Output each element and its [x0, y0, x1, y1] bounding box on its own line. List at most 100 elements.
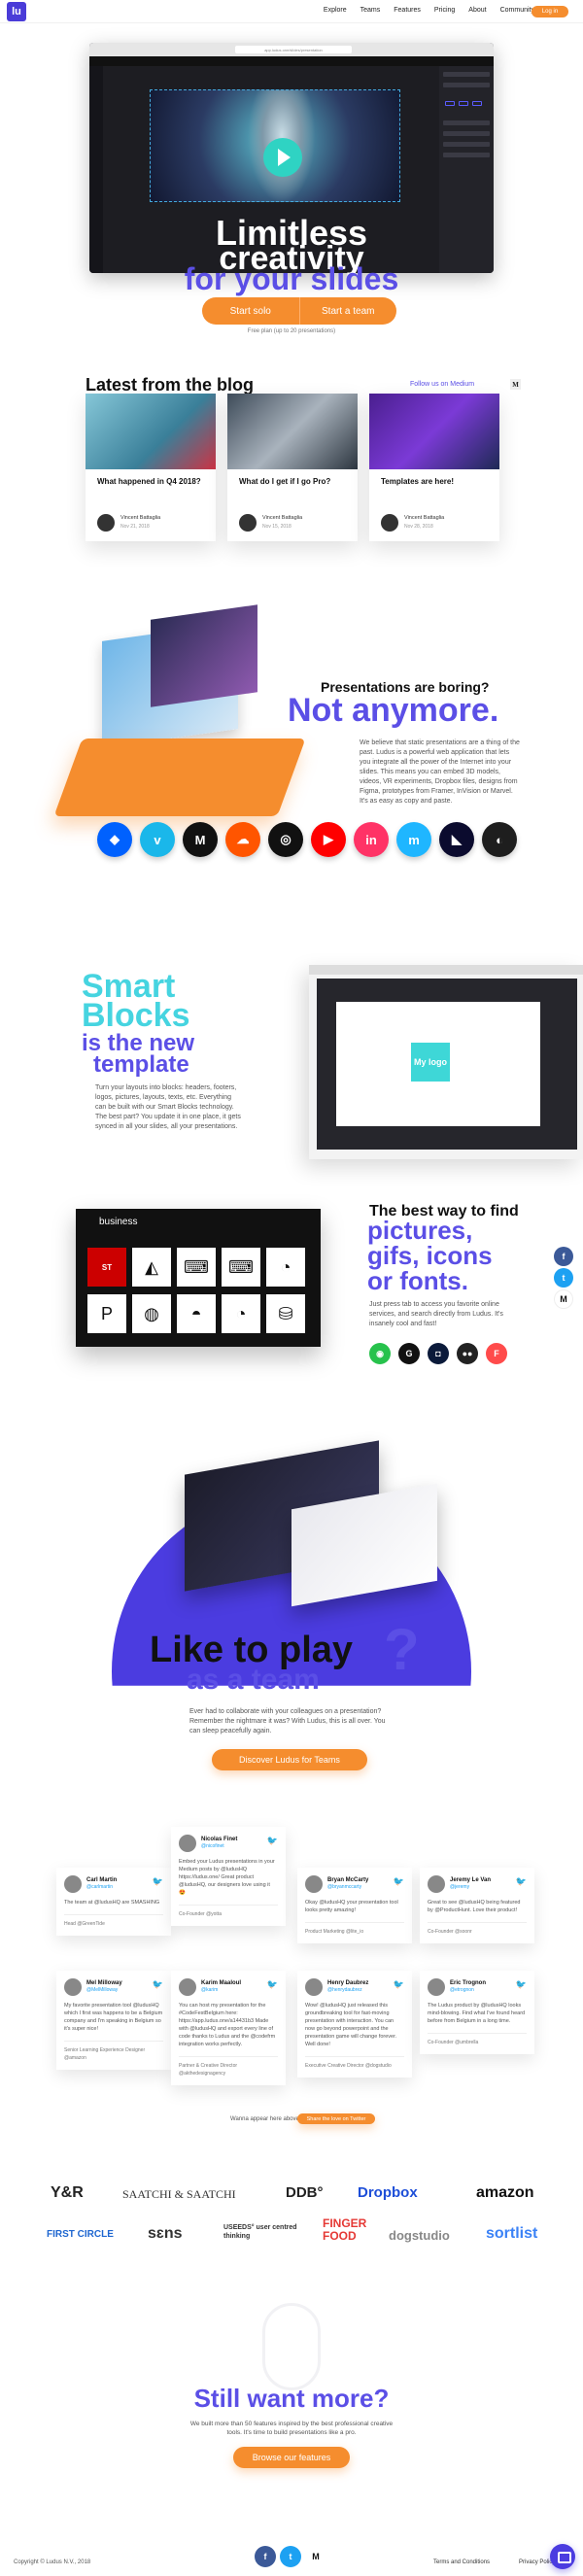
smart-blocks-description: Turn your layouts into blocks: headers, …: [95, 1084, 241, 1130]
blog-card[interactable]: What do I get if I go Pro? Vincent Batta…: [227, 394, 358, 541]
tweet-card[interactable]: Jeremy Le Van @jeremy 🐦 Great to see @lud…: [420, 1868, 534, 1943]
tweet-card[interactable]: Eric Trognon @etrognon 🐦 The Ludus produc…: [420, 1971, 534, 2054]
share-twitter-button[interactable]: Share the love on Twitter: [297, 2113, 375, 2124]
start-team-button[interactable]: Start a team: [298, 297, 396, 325]
blog-card-date: Nov 28, 2018: [404, 524, 433, 530]
hero-title-line3: for your slides: [184, 261, 399, 296]
tweet-handle[interactable]: @karim: [201, 1986, 241, 1994]
logo-finger-food: FINGER FOOD: [323, 2216, 367, 2243]
main-nav: Explore Teams Features Pricing About Com…: [324, 7, 534, 14]
tweet-card[interactable]: Carl Martin @carlmartin 🐦 The team at @lu…: [56, 1868, 171, 1936]
tweet-footer: Executive Creative Director @dogstudio: [305, 2056, 404, 2070]
medium-icon[interactable]: M: [510, 379, 521, 390]
blog-card[interactable]: Templates are here! Vincent Battaglia No…: [369, 394, 499, 541]
avatar: [428, 1978, 445, 1996]
twitter-icon: 🐦: [266, 1836, 278, 1845]
nav-features[interactable]: Features: [394, 7, 421, 14]
browser-bar: [309, 965, 583, 975]
blog-card-title[interactable]: What happened in Q4 2018?: [97, 476, 206, 487]
tweet-handle[interactable]: @jeremy: [450, 1883, 491, 1891]
figma-icon: ◐: [482, 822, 517, 857]
smart-blocks-title-2: Blocks: [82, 997, 190, 1034]
tweet-footer: Co-Founder @soonr: [428, 1922, 527, 1936]
logo-sens: sɛns: [148, 2225, 183, 2242]
boring-description: We believe that static presentations are…: [360, 739, 520, 805]
tweet-text: The team at @ludusHQ are SMASHING: [64, 1900, 160, 1906]
source-icon: ◉: [369, 1343, 391, 1364]
twitter-share-icon[interactable]: t: [554, 1268, 573, 1288]
laptop-illustration-base: [53, 738, 306, 816]
tweet-handle[interactable]: @carlmartin: [86, 1883, 117, 1891]
twitter-icon: 🐦: [152, 1979, 163, 1989]
avatar: [64, 1875, 82, 1893]
hero-cta-group: Start solo Start a team: [202, 297, 396, 325]
nav-community[interactable]: Community: [500, 7, 534, 14]
teams-title-2: as a team: [187, 1664, 320, 1696]
tweet-footer: Partner & Creative Director @akthedesign…: [179, 2056, 278, 2078]
tweet-handle[interactable]: @etrognon: [450, 1986, 486, 1994]
boring-title: Not anymore.: [288, 692, 499, 729]
twitter-icon: 🐦: [515, 1876, 527, 1886]
twitter-icon[interactable]: t: [280, 2546, 301, 2567]
ludus-logo[interactable]: lu: [7, 2, 26, 21]
tweet-footer: Co-Founder @yotta: [179, 1905, 278, 1918]
nav-explore[interactable]: Explore: [324, 7, 347, 14]
blog-card[interactable]: What happened in Q4 2018? Vincent Battag…: [86, 394, 216, 541]
avatar: [305, 1978, 323, 1996]
tweet-card[interactable]: Henry Daubrez @henrydaubrez 🐦 Wow! @ludus…: [297, 1971, 412, 2078]
nav-about[interactable]: About: [468, 7, 486, 14]
tweet-card[interactable]: Nicolas Finet @nicofinet 🐦 Embed your Lud…: [171, 1827, 286, 1926]
tweet-text: Great to see @ludusHQ being featured by …: [428, 1900, 521, 1913]
smart-blocks-screenshot: My logo: [309, 965, 583, 1159]
logo-ddb: DDB°: [286, 2184, 324, 2201]
nav-teams[interactable]: Teams: [360, 7, 381, 14]
medium-icon[interactable]: M: [305, 2546, 326, 2567]
dropbox-icon: ◆: [97, 822, 132, 857]
tweet-footer: Senior Learning Experience Designer @ama…: [64, 2041, 163, 2062]
teams-description: Ever had to collaborate with your collea…: [189, 1708, 386, 1735]
blog-card-author: Vincent Battaglia: [120, 515, 161, 521]
tweet-card[interactable]: Mel Milloway @MelMilloway 🐦 My favorite p…: [56, 1971, 171, 2070]
more-title: Still want more?: [193, 2384, 390, 2413]
marvel-icon: m: [396, 822, 431, 857]
login-button[interactable]: Log in: [532, 6, 568, 17]
start-solo-button[interactable]: Start solo: [202, 297, 299, 325]
terms-link[interactable]: Terms and Conditions: [433, 2559, 490, 2565]
tweet-handle[interactable]: @henrydaubrez: [327, 1986, 368, 1994]
tweet-card[interactable]: Karim Maaloul @karim 🐦 You can host my pr…: [171, 1971, 286, 2085]
tweet-handle[interactable]: @bryanmccarty: [327, 1883, 368, 1891]
facebook-icon[interactable]: f: [255, 2546, 276, 2567]
discover-teams-button[interactable]: Discover Ludus for Teams: [212, 1749, 367, 1770]
facebook-share-icon[interactable]: f: [554, 1247, 573, 1266]
blog-card-title[interactable]: What do I get if I go Pro?: [239, 476, 348, 487]
blog-card-author: Vincent Battaglia: [262, 515, 303, 521]
search-query: business: [99, 1217, 138, 1227]
logo-block: My logo: [411, 1043, 450, 1082]
avatar: [179, 1978, 196, 1996]
tweet-card[interactable]: Bryan McCarty @bryanmccarty 🐦 Okay @ludus…: [297, 1868, 412, 1943]
browser-url: app.ludus.one/slides/presentation: [235, 46, 352, 53]
find-title: pictures, gifs, icons or fonts.: [367, 1216, 493, 1295]
tweet-handle[interactable]: @MelMilloway: [86, 1986, 122, 1994]
tweet-handle[interactable]: @nicofinet: [201, 1842, 237, 1850]
tweet-text: The Ludus product by @ludusHQ looks mind…: [428, 2003, 526, 2024]
browse-features-button[interactable]: Browse our features: [233, 2447, 350, 2468]
pizza-icon: ◔: [222, 1294, 260, 1333]
logo-dogstudio: dogstudio: [389, 2228, 450, 2243]
basket-icon: ⛁: [266, 1294, 305, 1333]
avatar: [428, 1875, 445, 1893]
follow-medium-link[interactable]: Follow us on Medium: [410, 381, 474, 388]
laptop-illustration-screen-back: [151, 604, 257, 707]
blog-card-title[interactable]: Templates are here!: [381, 476, 490, 487]
chat-widget-icon[interactable]: [550, 2544, 575, 2569]
nav-pricing[interactable]: Pricing: [434, 7, 455, 14]
avatar: [179, 1835, 196, 1852]
author-avatar: [97, 514, 115, 532]
twitter-icon: 🐦: [152, 1876, 163, 1886]
play-icon[interactable]: [263, 138, 302, 177]
blog-card-image: [227, 394, 358, 469]
medium-share-icon[interactable]: M: [554, 1289, 573, 1309]
search-sources-row: ◉ G ◘ ●● F: [369, 1343, 507, 1364]
browser-bar: app.ludus.one/slides/presentation: [89, 43, 494, 56]
footer-links: Terms and Conditions Privacy Policy: [433, 2559, 555, 2565]
